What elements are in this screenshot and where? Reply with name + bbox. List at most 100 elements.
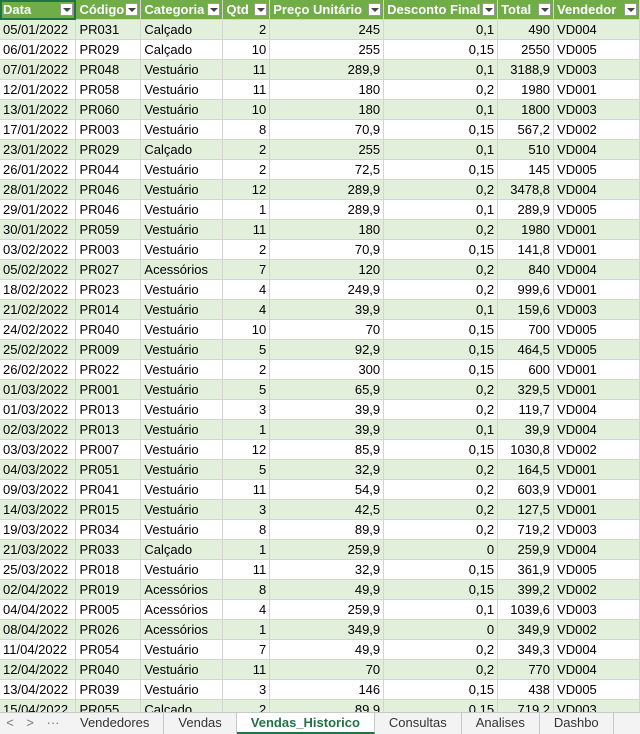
table-cell[interactable]: 2 — [222, 159, 271, 180]
table-cell[interactable]: VD004 — [553, 399, 640, 420]
table-cell[interactable]: 0,1 — [383, 99, 499, 120]
table-cell[interactable]: VD001 — [553, 359, 640, 380]
table-cell[interactable]: 70 — [269, 659, 385, 680]
table-cell[interactable]: 0,2 — [383, 459, 499, 480]
table-cell[interactable]: 13/04/2022 — [0, 679, 77, 700]
table-cell[interactable]: 0,1 — [383, 59, 499, 80]
table-cell[interactable]: 120 — [269, 259, 385, 280]
table-cell[interactable]: PR029 — [75, 39, 142, 60]
table-cell[interactable]: VD002 — [553, 439, 640, 460]
table-cell[interactable]: 3 — [222, 679, 271, 700]
table-cell[interactable]: VD001 — [553, 459, 640, 480]
table-cell[interactable]: 361,9 — [497, 559, 555, 580]
table-cell[interactable]: 1 — [222, 419, 271, 440]
table-cell[interactable]: PR022 — [75, 359, 142, 380]
table-cell[interactable]: 26/01/2022 — [0, 159, 77, 180]
table-cell[interactable]: 1039,6 — [497, 599, 555, 620]
table-cell[interactable]: 13/01/2022 — [0, 99, 77, 120]
table-cell[interactable]: 39,9 — [497, 419, 555, 440]
table-cell[interactable]: PR001 — [75, 379, 142, 400]
table-cell[interactable]: PR003 — [75, 119, 142, 140]
table-cell[interactable]: PR051 — [75, 459, 142, 480]
table-cell[interactable]: 719,2 — [497, 519, 555, 540]
table-cell[interactable]: VD002 — [553, 619, 640, 640]
table-cell[interactable]: 11 — [222, 659, 271, 680]
table-cell[interactable]: Vestuário — [140, 459, 224, 480]
table-cell[interactable]: Vestuário — [140, 319, 224, 340]
column-header[interactable]: Categoria — [140, 0, 224, 20]
table-cell[interactable]: 119,7 — [497, 399, 555, 420]
table-cell[interactable]: Vestuário — [140, 299, 224, 320]
table-cell[interactable]: VD005 — [553, 199, 640, 220]
sheet-tab[interactable]: Vendas — [164, 713, 237, 734]
table-cell[interactable]: 03/03/2022 — [0, 439, 77, 460]
table-cell[interactable]: Vestuário — [140, 499, 224, 520]
table-cell[interactable]: Vestuário — [140, 399, 224, 420]
table-cell[interactable]: 8 — [222, 579, 271, 600]
table-cell[interactable]: Vestuário — [140, 279, 224, 300]
table-cell[interactable]: 0,15 — [383, 579, 499, 600]
table-cell[interactable]: VD001 — [553, 219, 640, 240]
table-cell[interactable]: Calçado — [140, 39, 224, 60]
table-cell[interactable]: 0,2 — [383, 639, 499, 660]
table-cell[interactable]: PR015 — [75, 499, 142, 520]
sheet-tab[interactable]: Vendas_Historico — [236, 713, 375, 734]
table-cell[interactable]: PR007 — [75, 439, 142, 460]
table-cell[interactable]: 04/03/2022 — [0, 459, 77, 480]
table-cell[interactable]: 0,15 — [383, 339, 499, 360]
table-cell[interactable]: 1980 — [497, 79, 555, 100]
table-cell[interactable]: 300 — [269, 359, 385, 380]
table-cell[interactable]: 164,5 — [497, 459, 555, 480]
column-header[interactable]: Qtd — [222, 0, 271, 20]
table-cell[interactable]: PR026 — [75, 619, 142, 640]
column-header[interactable]: Data — [0, 0, 77, 20]
table-cell[interactable]: 0,1 — [383, 299, 499, 320]
table-cell[interactable]: 3188,9 — [497, 59, 555, 80]
table-cell[interactable]: VD001 — [553, 499, 640, 520]
table-cell[interactable]: VD005 — [553, 319, 640, 340]
table-cell[interactable]: PR039 — [75, 679, 142, 700]
table-cell[interactable]: PR031 — [75, 19, 142, 40]
sheet-tab[interactable]: Vendedores — [66, 713, 165, 734]
filter-dropdown-icon[interactable] — [60, 3, 74, 16]
table-cell[interactable]: PR041 — [75, 479, 142, 500]
table-cell[interactable]: 245 — [269, 19, 385, 40]
table-cell[interactable]: 349,9 — [497, 619, 555, 640]
table-cell[interactable]: 0,15 — [383, 699, 499, 712]
table-cell[interactable]: 11 — [222, 79, 271, 100]
table-cell[interactable]: 4 — [222, 299, 271, 320]
table-cell[interactable]: 07/01/2022 — [0, 59, 77, 80]
table-cell[interactable]: 0,2 — [383, 79, 499, 100]
table-cell[interactable]: 11/04/2022 — [0, 639, 77, 660]
table-cell[interactable]: 600 — [497, 359, 555, 380]
table-cell[interactable]: 42,5 — [269, 499, 385, 520]
table-cell[interactable]: PR005 — [75, 599, 142, 620]
table-cell[interactable]: 329,5 — [497, 379, 555, 400]
table-cell[interactable]: 65,9 — [269, 379, 385, 400]
table-cell[interactable]: 54,9 — [269, 479, 385, 500]
table-cell[interactable]: Calçado — [140, 539, 224, 560]
table-cell[interactable]: 02/04/2022 — [0, 579, 77, 600]
table-cell[interactable]: 39,9 — [269, 299, 385, 320]
table-cell[interactable]: 2550 — [497, 39, 555, 60]
table-cell[interactable]: Vestuário — [140, 479, 224, 500]
table-cell[interactable]: 92,9 — [269, 339, 385, 360]
table-cell[interactable]: PR013 — [75, 399, 142, 420]
table-cell[interactable]: VD002 — [553, 579, 640, 600]
table-cell[interactable]: 70,9 — [269, 239, 385, 260]
table-cell[interactable]: 2 — [222, 699, 271, 712]
table-cell[interactable]: 39,9 — [269, 419, 385, 440]
table-cell[interactable]: 255 — [269, 139, 385, 160]
table-cell[interactable]: 72,5 — [269, 159, 385, 180]
table-cell[interactable]: 12/01/2022 — [0, 79, 77, 100]
table-cell[interactable]: 0,2 — [383, 219, 499, 240]
filter-dropdown-icon[interactable] — [368, 3, 382, 16]
table-cell[interactable]: 25/02/2022 — [0, 339, 77, 360]
table-cell[interactable]: Calçado — [140, 139, 224, 160]
table-cell[interactable]: VD003 — [553, 299, 640, 320]
table-cell[interactable]: Vestuário — [140, 119, 224, 140]
table-cell[interactable]: 1800 — [497, 99, 555, 120]
table-cell[interactable]: 0,15 — [383, 239, 499, 260]
table-cell[interactable]: 2 — [222, 359, 271, 380]
table-cell[interactable]: 2 — [222, 239, 271, 260]
